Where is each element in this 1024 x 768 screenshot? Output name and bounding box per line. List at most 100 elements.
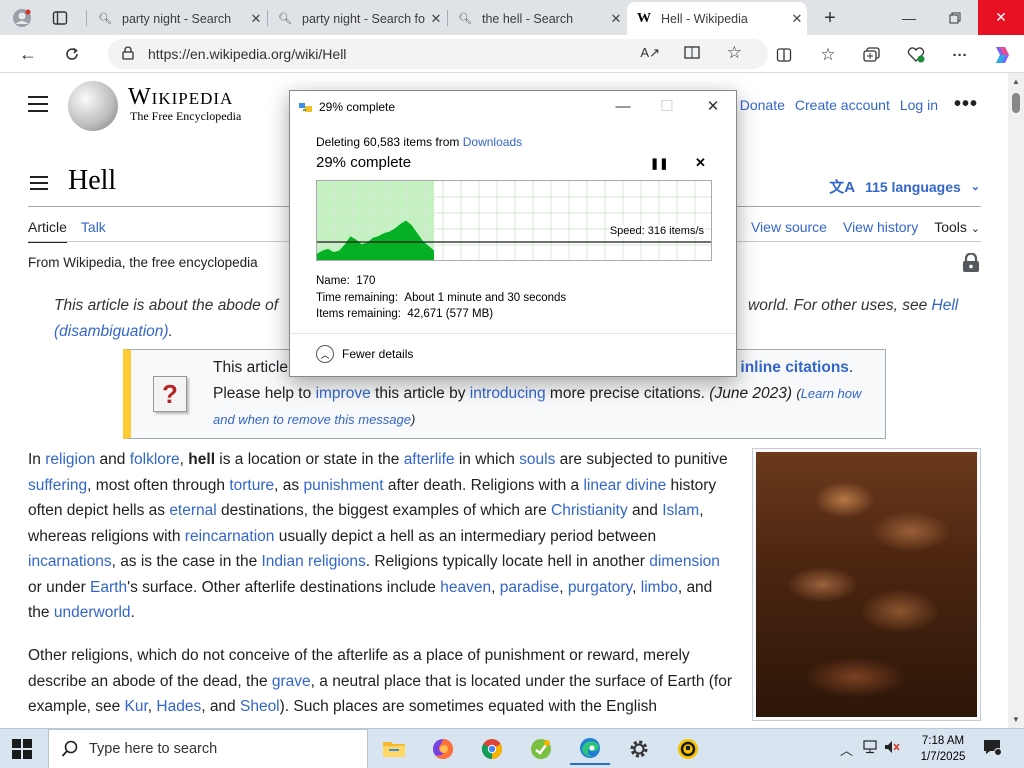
greenshot-icon[interactable] [521,733,561,765]
paradise-link[interactable]: paradise [500,579,559,596]
close-tab-icon[interactable]: ✕ [606,11,626,27]
afterlife-link[interactable]: afterlife [404,451,455,468]
suffering-link[interactable]: suffering [28,477,87,494]
dialog-title-bar[interactable]: 29% complete — ☐ ✕ [290,91,736,123]
profile-avatar-icon[interactable] [10,6,34,30]
tab-article[interactable]: Article [28,219,67,243]
notification-center-icon[interactable] [982,737,1002,760]
tab-the-hell-search[interactable]: 🔍︎ the hell - Search ✕ [448,2,626,35]
table-of-contents-icon[interactable] [30,176,48,190]
downloads-link[interactable]: Downloads [463,135,522,149]
tab-view-history[interactable]: View history [843,219,918,235]
tab-hell-wikipedia[interactable]: W Hell - Wikipedia ✕ [627,2,807,35]
app-icon[interactable] [668,733,708,765]
show-hidden-icons-chevron-icon[interactable]: ︿ [840,740,853,759]
main-menu-icon[interactable] [28,96,48,112]
log-in-link[interactable]: Log in [900,97,938,113]
wikipedia-wordmark[interactable]: Wikipedia [128,84,233,111]
scroll-down-icon[interactable]: ▼ [1012,715,1020,724]
islam-link[interactable]: Islam [662,502,699,519]
taskbar-search-box[interactable]: Type here to search [48,729,368,768]
network-icon[interactable] [862,740,878,757]
punishment-link[interactable]: punishment [303,477,383,494]
new-tab-icon[interactable]: + [818,6,842,30]
scroll-up-icon[interactable]: ▲ [1012,77,1020,86]
introducing-link[interactable]: introducing [470,385,546,402]
file-operation-icon [299,103,312,112]
languages-button[interactable]: 文A 115 languages ⌄ [829,176,980,197]
cancel-operation-icon[interactable]: ✕ [695,155,706,171]
collections-icon[interactable] [860,43,884,67]
grave-link[interactable]: grave [272,673,311,690]
infobox-image[interactable] [752,448,981,721]
refresh-icon[interactable] [58,41,86,67]
dialog-minimize-icon[interactable]: — [608,96,638,118]
split-screen-icon[interactable] [772,43,796,67]
restore-icon[interactable] [932,0,978,35]
favorite-star-icon[interactable]: ☆ [727,43,742,63]
page-scrollbar[interactable]: ▲ ▼ [1008,73,1024,728]
improve-link[interactable]: improve [316,385,371,402]
tab-actions-icon[interactable] [48,6,72,30]
tab-talk[interactable]: Talk [81,219,106,243]
volume-muted-icon[interactable] [884,740,900,757]
dialog-close-icon[interactable]: ✕ [698,96,728,118]
close-tab-icon[interactable]: ✕ [426,11,446,27]
browser-essentials-icon[interactable] [904,43,928,67]
create-account-link[interactable]: Create account [795,97,890,113]
christianity-link[interactable]: Christianity [551,502,628,519]
tab-party-night-search[interactable]: 🔍︎ party night - Search ✕ [88,2,266,35]
reincarnation-link[interactable]: reincarnation [185,528,275,545]
folklore-link[interactable]: folklore [130,451,180,468]
limbo-link[interactable]: limbo [641,579,678,596]
copilot-icon[interactable] [990,43,1014,67]
personal-tools-more-icon[interactable]: ••• [954,93,978,116]
heaven-link[interactable]: heaven [440,579,491,596]
citations-link[interactable]: citations [785,359,849,376]
close-window-icon[interactable]: ✕ [978,0,1024,35]
close-tab-icon[interactable]: ✕ [246,11,266,27]
pause-icon[interactable]: ❚❚ [650,157,668,170]
souls-link[interactable]: souls [519,451,555,468]
settings-icon[interactable] [619,733,659,765]
close-tab-icon[interactable]: ✕ [787,11,807,27]
tab-party-night-search-2[interactable]: 🔍︎ party night - Search fo ✕ [268,2,446,35]
hades-link[interactable]: Hades [156,698,201,715]
immersive-reader-icon[interactable] [684,45,702,66]
fewer-details-button[interactable]: ︿ Fewer details [316,345,413,363]
incarnations-link[interactable]: incarnations [28,553,112,570]
earth-link[interactable]: Earth [90,579,127,596]
purgatory-link[interactable]: purgatory [568,579,632,596]
settings-more-icon[interactable]: ··· [948,43,972,67]
torture-link[interactable]: torture [229,477,274,494]
chrome-icon[interactable] [472,733,512,765]
firefox-icon[interactable] [423,733,463,765]
url-field[interactable]: https://en.wikipedia.org/wiki/Hell A↗ ☆ [108,39,768,69]
lock-icon[interactable] [122,46,134,65]
minimize-icon[interactable]: — [886,0,932,35]
back-icon[interactable]: ← [14,41,42,67]
hell-painting-image[interactable] [756,452,977,717]
file-explorer-icon[interactable] [374,733,414,765]
underworld-link[interactable]: underworld [54,604,131,621]
system-clock[interactable]: 7:18 AM 1/7/2025 [908,733,978,765]
linear-divine-link[interactable]: linear divine [583,477,666,494]
tools-menu[interactable]: Tools ⌄ [934,219,980,235]
indian-religions-link[interactable]: Indian religions [262,553,366,570]
scroll-thumb[interactable] [1012,93,1020,113]
search-icon: 🔍︎ [458,13,472,25]
donate-link[interactable]: Donate [740,97,785,113]
read-aloud-icon[interactable]: A↗ [640,45,660,61]
dimension-link[interactable]: dimension [649,553,720,570]
kur-link[interactable]: Kur [125,698,148,715]
wikipedia-globe-logo[interactable] [68,81,118,131]
sheol-link[interactable]: Sheol [240,698,280,715]
edge-icon[interactable] [570,733,610,765]
favorites-icon[interactable]: ☆ [816,43,840,67]
inline-link[interactable]: inline [740,359,780,376]
tab-view-source[interactable]: View source [751,219,827,235]
page-protection-lock-icon[interactable] [962,252,980,273]
windows-start-icon[interactable] [12,739,32,759]
eternal-link[interactable]: eternal [169,502,216,519]
religion-link[interactable]: religion [45,451,95,468]
